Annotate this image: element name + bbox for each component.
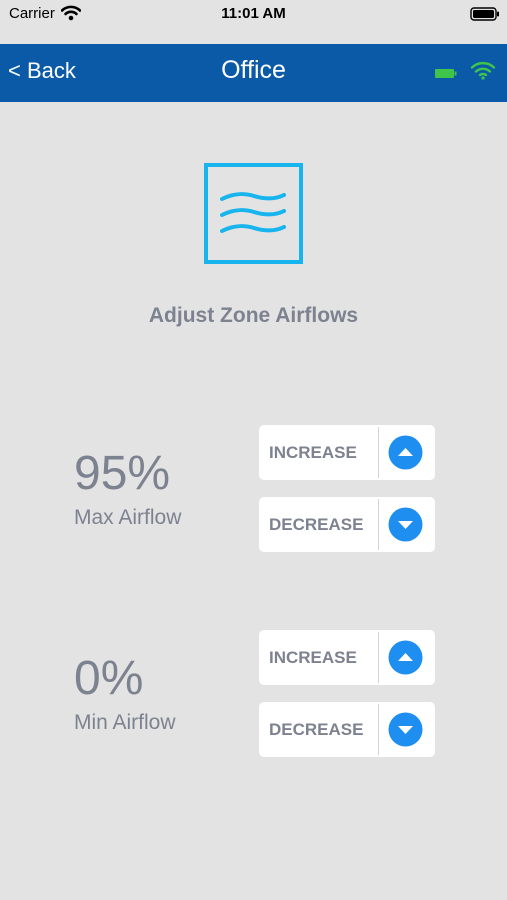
button-divider <box>378 499 379 550</box>
battery-icon <box>470 7 500 26</box>
section-heading: Adjust Zone Airflows <box>148 304 359 327</box>
button-divider <box>378 632 379 683</box>
increase-label: INCREASE <box>269 443 357 462</box>
decrease-label: DECREASE <box>269 720 364 739</box>
decrease-label: DECREASE <box>269 515 364 534</box>
max-airflow-label: Max Airflow <box>74 506 182 529</box>
min-airflow-decrease-button[interactable]: DECREASE <box>259 702 435 757</box>
min-airflow-value: 0% <box>74 652 144 705</box>
increase-label: INCREASE <box>269 648 357 667</box>
max-airflow-value: 95% <box>74 447 171 500</box>
chevron-up-icon <box>388 640 423 675</box>
button-divider <box>378 704 379 755</box>
airflow-icon <box>204 163 303 264</box>
min-airflow-label: Min Airflow <box>74 711 176 734</box>
max-airflow-decrease-button[interactable]: DECREASE <box>259 497 435 552</box>
battery-icon <box>434 66 458 84</box>
navigation-bar: < Back Office <box>0 44 507 102</box>
page-title: Office <box>221 56 286 84</box>
clock: 11:01 AM <box>221 5 286 22</box>
min-airflow-increase-button[interactable]: INCREASE <box>259 630 435 685</box>
wifi-icon <box>470 60 496 85</box>
chevron-down-icon <box>388 507 423 542</box>
max-airflow-increase-button[interactable]: INCREASE <box>259 425 435 480</box>
chevron-up-icon <box>388 435 423 470</box>
button-divider <box>378 427 379 478</box>
status-bar: Carrier 11:01 AM <box>0 0 507 44</box>
chevron-down-icon <box>388 712 423 747</box>
